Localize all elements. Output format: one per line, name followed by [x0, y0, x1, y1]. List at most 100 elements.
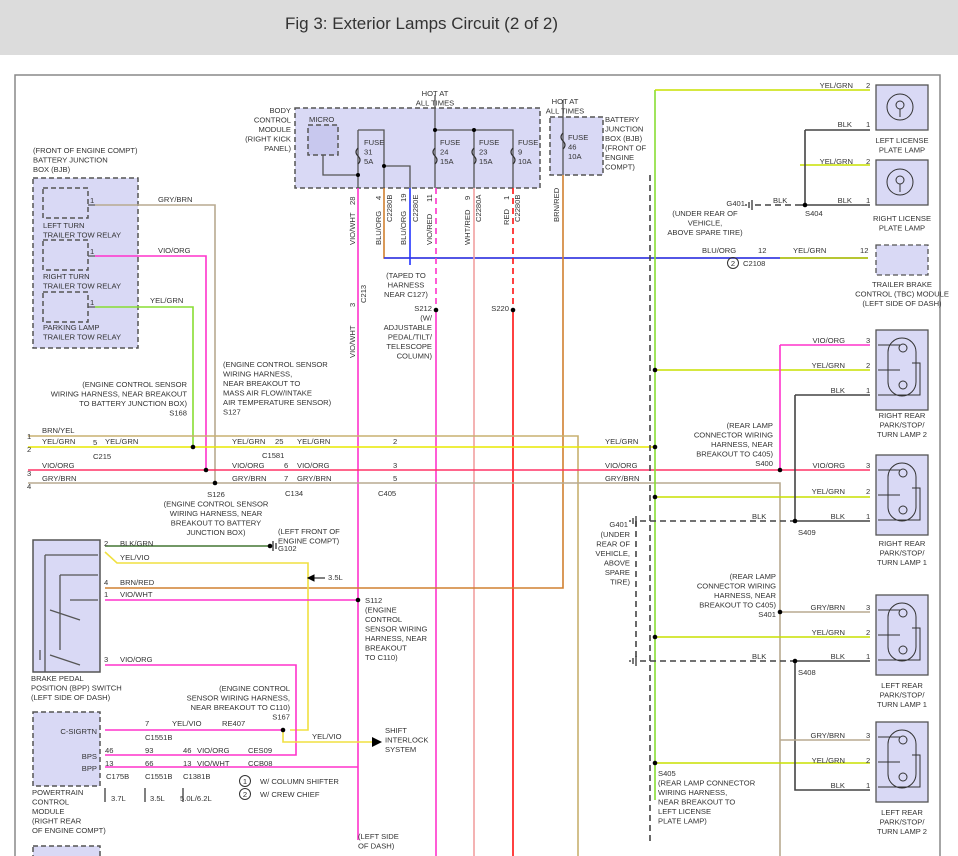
label-line: CONTROL	[254, 116, 291, 125]
label-line: PLATE LAMP)	[658, 817, 707, 826]
rr1-p3-label: 3	[866, 461, 870, 470]
label-line: 2	[27, 445, 31, 454]
label-line: BRN/RED	[552, 187, 561, 222]
label-line: PEDAL/TILT/	[388, 333, 433, 342]
r4-lbl3-label: GRY/BRN	[297, 474, 331, 483]
lr1-p2-label: 2	[866, 628, 870, 637]
label-line: 4	[374, 196, 383, 200]
label-line: (LEFT SIDE OF DASH)	[31, 693, 111, 702]
left-rear-lamp-2	[875, 721, 929, 803]
label-line: CONTROL (TBC) MODULE	[855, 290, 949, 299]
bpp-vw-label: VIO/WHT	[197, 759, 230, 768]
s400-label: (REAR LAMP CONNECTOR WIRING HARNESS, NEAR B…	[694, 421, 774, 468]
label-line: (RIGHT REAR	[32, 817, 82, 826]
ll-blk-label: BLK	[838, 120, 852, 129]
label-line: 2	[866, 361, 870, 370]
rr2-p2-label: 2	[866, 361, 870, 370]
label-line: OF DASH)	[358, 842, 395, 851]
label-line: 3.5L	[328, 573, 343, 582]
label-line: 1	[866, 120, 870, 129]
bps-46b-label: 46	[183, 746, 191, 755]
label-line: (LEFT FRONT OF	[278, 527, 340, 536]
r4-n-label: 4	[27, 482, 31, 491]
label-line: NEAR BREAKOUT TO	[658, 798, 735, 807]
ll-p1-label: 1	[866, 120, 870, 129]
label-line: REAR OF	[596, 540, 630, 549]
legend1-label: W/ COLUMN SHIFTER	[260, 777, 339, 786]
wiring-diagram: (FRONT OF ENGINE COMPT) BATTERY JUNCTION B…	[14, 74, 949, 856]
label-line: YEL/GRN	[812, 487, 845, 496]
label-line: C2108	[743, 259, 765, 268]
r1-n-label: 1	[27, 432, 31, 441]
label-line: BATTERY JUNCTION	[33, 156, 108, 165]
label-line: ALL TIMES	[416, 99, 454, 108]
rl-yg-label: YEL/GRN	[820, 157, 853, 166]
label-line: ALL TIMES	[546, 107, 584, 116]
label-line: YEL/VIO	[172, 719, 202, 728]
label-line: GRY/BRN	[605, 474, 639, 483]
label-line: JUNCTION BOX)	[186, 528, 246, 537]
c215-pin-label: 5	[93, 438, 97, 447]
label-line: CONTROL	[32, 798, 69, 807]
bps-93-label: 93	[145, 746, 153, 755]
label-line: BLU/ORG	[399, 211, 408, 245]
left-license-plate-lamp	[875, 84, 929, 131]
label-line: YEL/GRN	[820, 81, 853, 90]
tbc-blu-label: BLU/ORG	[702, 246, 736, 255]
right-rear-lamp-2	[875, 329, 929, 411]
label-line: C2280B	[513, 195, 522, 222]
label-line: SYSTEM	[385, 745, 416, 754]
label-line: C2280E	[411, 195, 420, 222]
g401-mid-loc-label: (UNDER REAR OF VEHICLE, ABOVE SPARE TIRE)	[595, 530, 630, 587]
module-partial	[32, 845, 101, 856]
v-c2280e-label: C2280E	[411, 195, 420, 222]
label-line: TIRE)	[610, 578, 630, 587]
rr1-blk-label: BLK	[831, 512, 845, 521]
r1-lbl-label: BRN/YEL	[42, 426, 75, 435]
label-line: W/ COLUMN SHIFTER	[260, 777, 339, 786]
label-line: 2	[731, 259, 735, 268]
c1381b-label: C1381B	[183, 772, 210, 781]
lr1-blk-a-label: BLK	[752, 652, 766, 661]
label-line: 9	[463, 196, 472, 200]
rl-p1-label: 1	[866, 196, 870, 205]
v11-label: 11	[425, 194, 434, 202]
v-c2280b1-label: C2280B	[385, 195, 394, 222]
lr2-gb-label: GRY/BRN	[811, 731, 845, 740]
label-line: 25	[275, 437, 283, 446]
pcm-label: POWERTRAIN CONTROL MODULE (RIGHT REAR OF ENG…	[32, 788, 106, 835]
bps-46a-label: 46	[105, 746, 113, 755]
hot2-label: HOT AT ALL TIMES	[546, 97, 584, 116]
label-line: BPP	[82, 764, 97, 773]
label-line: C1551B	[145, 772, 172, 781]
r3-lbl-label: VIO/ORG	[42, 461, 75, 470]
bcm-label: BODY CONTROL MODULE (RIGHT KICK PANEL)	[245, 106, 291, 153]
diagram-page: Fig 3: Exterior Lamps Circuit (2 of 2) (…	[0, 0, 958, 856]
label-line: BLK	[831, 652, 845, 661]
ll-yg-label: YEL/GRN	[820, 81, 853, 90]
label-line: S212	[414, 304, 432, 313]
label-line: ABOVE SPARE TIRE)	[667, 228, 743, 237]
label-line: YEL/GRN	[812, 361, 845, 370]
label-line: FUSE	[364, 138, 384, 147]
label-line: INTERLOCK	[385, 736, 428, 745]
label-line: (W/	[420, 314, 433, 323]
micro-block	[307, 124, 339, 156]
label-line: LEFT REAR	[881, 681, 923, 690]
label-line: SHIFT	[385, 726, 407, 735]
legend2-label: W/ CREW CHIEF	[260, 790, 320, 799]
label-line: TO BATTERY JUNCTION BOX)	[79, 399, 187, 408]
label-line: CES09	[248, 746, 272, 755]
rr1-vo-label: VIO/ORG	[813, 461, 846, 470]
bpp-vio-org-label: VIO/ORG	[120, 655, 153, 664]
rr2-p1-label: 1	[866, 386, 870, 395]
label-line: WHT/RED	[463, 209, 472, 245]
bjb-left-label: (FRONT OF ENGINE COMPT) BATTERY JUNCTION B…	[33, 146, 138, 174]
bpp-ccb08-label: CCB08	[248, 759, 272, 768]
left-rear-lamp-1	[875, 594, 929, 676]
lr2-p1-label: 1	[866, 781, 870, 790]
label-line: YEL/GRN	[605, 437, 638, 446]
label-line: PARK/STOP/	[880, 549, 926, 558]
r2-lbl3-label: YEL/GRN	[232, 437, 265, 446]
label-line: 1	[90, 298, 94, 307]
